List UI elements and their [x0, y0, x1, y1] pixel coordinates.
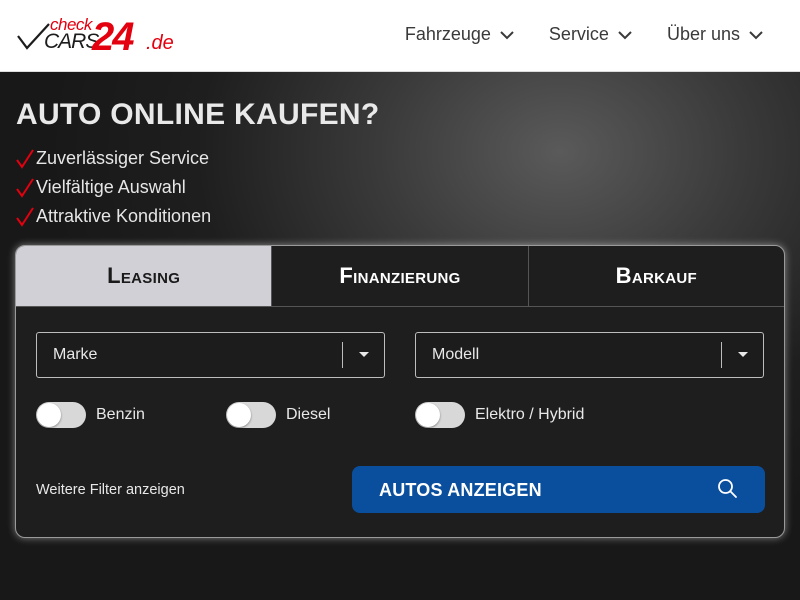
- tab-finanzierung[interactable]: Finanzierung: [271, 246, 527, 306]
- benefit-label: Attraktive Konditionen: [36, 206, 212, 226]
- nav-item-label: Über uns: [666, 24, 740, 44]
- toggle-switch[interactable]: [415, 402, 465, 428]
- toggle-knob: [37, 403, 61, 427]
- hero-title: AUTO ONLINE KAUFEN?: [16, 98, 380, 131]
- chevron-down-icon: [500, 30, 514, 39]
- chevron-down-icon: [618, 30, 632, 39]
- caret-down-icon: [359, 352, 369, 357]
- toggle-label: Benzin: [96, 406, 145, 423]
- brand-logo[interactable]: check CARS 24 .de: [16, 14, 186, 59]
- main-nav: Fahrzeuge Service Über uns: [405, 24, 764, 45]
- toggle-label: Diesel: [286, 406, 331, 423]
- tab-barkauf[interactable]: Barkauf: [527, 246, 784, 306]
- select-divider: [721, 342, 722, 368]
- toggle-label: Elektro / Hybrid: [475, 406, 585, 423]
- toggle-switch[interactable]: [226, 402, 276, 428]
- logo-number: 24: [92, 15, 134, 59]
- site-header: check CARS 24 .de Fahrzeuge Service Über…: [0, 0, 800, 72]
- benefit-item: Attraktive Konditionen: [16, 202, 211, 231]
- benefit-label: Zuverlässiger Service: [36, 148, 210, 168]
- nav-item-ueber-uns[interactable]: Über uns: [667, 24, 764, 45]
- checkmark-icon: [16, 177, 34, 198]
- benefit-item: Zuverlässiger Service: [16, 144, 211, 173]
- nav-item-label: Service: [548, 24, 609, 44]
- model-select[interactable]: Modell: [415, 332, 764, 378]
- chevron-down-icon: [749, 30, 763, 39]
- select-divider: [342, 342, 343, 368]
- nav-item-label: Fahrzeuge: [404, 24, 491, 44]
- caret-down-icon: [738, 352, 748, 357]
- toggle-knob: [416, 403, 440, 427]
- benefit-list: Zuverlässiger Service Vielfältige Auswah…: [16, 144, 211, 231]
- more-filters-link[interactable]: Weitere Filter anzeigen: [36, 482, 185, 498]
- nav-item-service[interactable]: Service: [549, 24, 633, 45]
- toggle-knob: [227, 403, 251, 427]
- benefit-label: Vielfältige Auswahl: [36, 177, 186, 197]
- hero-section: AUTO ONLINE KAUFEN? Zuverlässiger Servic…: [0, 72, 800, 600]
- search-icon: [718, 479, 737, 498]
- tab-leasing[interactable]: Leasing: [16, 246, 272, 306]
- logo-tld: .de: [146, 32, 174, 54]
- toggle-switch[interactable]: [36, 402, 86, 428]
- checkmark-icon: [16, 206, 34, 227]
- payment-tabs: Leasing Finanzierung Barkauf: [16, 246, 784, 307]
- logo-cars-text: CARS: [44, 30, 99, 53]
- show-cars-button-label: AUTOS ANZEIGEN: [379, 480, 542, 500]
- toggle-benzin[interactable]: Benzin: [36, 402, 145, 428]
- toggle-diesel[interactable]: Diesel: [226, 402, 330, 428]
- toggle-elektro-hybrid[interactable]: Elektro / Hybrid: [415, 402, 584, 428]
- show-cars-button[interactable]: AUTOS ANZEIGEN: [352, 466, 765, 513]
- model-select-value: Modell: [432, 346, 480, 363]
- make-select-value: Marke: [53, 346, 98, 363]
- benefit-item: Vielfältige Auswahl: [16, 173, 211, 202]
- make-select[interactable]: Marke: [36, 332, 385, 378]
- nav-item-fahrzeuge[interactable]: Fahrzeuge: [405, 24, 515, 45]
- car-search-panel: Leasing Finanzierung Barkauf Marke Model…: [15, 245, 785, 538]
- checkmark-icon: [16, 148, 34, 169]
